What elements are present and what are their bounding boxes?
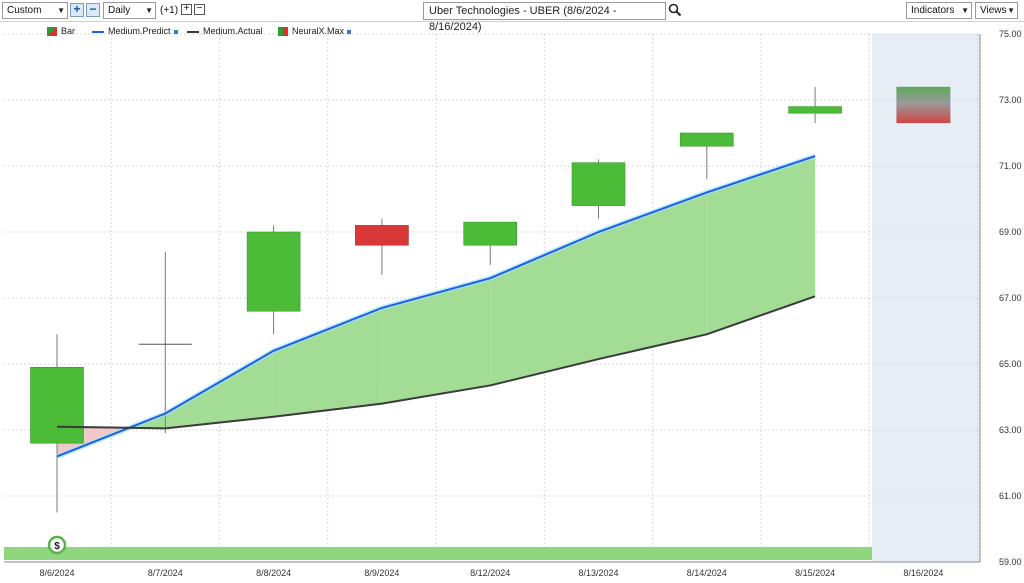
candle-body <box>355 225 409 246</box>
legend-label: Medium.Predict <box>108 26 171 36</box>
legend-item[interactable]: Bar <box>47 26 76 37</box>
fill-segment <box>706 156 816 335</box>
legend-swatch-icon <box>47 27 57 37</box>
y-tick-label: 75.00 <box>999 29 1022 39</box>
x-tick-label: 8/14/2024 <box>687 568 727 578</box>
price-chart[interactable]: 59.00 61.00 63.00 65.00 67.00 69.00 71.00 73.00… <box>0 0 1024 583</box>
y-tick-label: 73.00 <box>999 95 1022 105</box>
candle-body <box>246 231 301 312</box>
dollar-icon: $ <box>54 541 60 552</box>
y-tick-label: 61.00 <box>999 491 1022 501</box>
x-tick-label: 8/7/2024 <box>148 568 183 578</box>
legend-label: Medium.Actual <box>203 26 263 36</box>
x-tick-label: 8/9/2024 <box>364 568 399 578</box>
x-axis: 8/6/2024 8/7/2024 8/8/2024 8/9/2024 8/12/202… <box>39 568 943 578</box>
x-tick-label: 8/6/2024 <box>39 568 74 578</box>
fill-segment <box>273 307 382 417</box>
y-tick-label: 63.00 <box>999 425 1022 435</box>
legend-settings-icon[interactable] <box>347 29 352 34</box>
y-tick-label: 71.00 <box>999 161 1022 171</box>
candle-body <box>30 366 84 444</box>
legend-label: Bar <box>61 26 76 36</box>
legend-settings-icon[interactable] <box>173 29 178 34</box>
candle-body <box>571 162 626 206</box>
legend-swatch-icon <box>187 30 199 33</box>
legend-swatch-icon <box>278 27 288 37</box>
fill-segment <box>381 278 491 404</box>
y-axis: 59.00 61.00 63.00 65.00 67.00 69.00 71.00 73.00… <box>999 29 1022 567</box>
x-tick-label: 8/8/2024 <box>256 568 291 578</box>
legend-item[interactable]: NeuralX.Max <box>278 26 352 37</box>
y-tick-label: 69.00 <box>999 227 1022 237</box>
x-tick-label: 8/15/2024 <box>795 568 835 578</box>
forecast-bar <box>896 86 951 124</box>
x-tick-label: 8/13/2024 <box>578 568 618 578</box>
legend-label: NeuralX.Max <box>292 26 345 36</box>
x-tick-label: 8/16/2024 <box>903 568 943 578</box>
x-tick-label: 8/12/2024 <box>470 568 510 578</box>
fill-segment <box>598 192 707 360</box>
legend-swatch-icon <box>92 30 104 33</box>
legend-item[interactable]: Medium.Actual <box>187 26 263 36</box>
candle-body <box>463 221 518 246</box>
dividend-marker[interactable]: $ <box>47 535 67 555</box>
bottom-band <box>4 547 872 560</box>
y-tick-label: 59.00 <box>999 557 1022 567</box>
forecast-range-bar <box>896 86 951 124</box>
candle-body <box>679 132 734 147</box>
candle-body <box>788 106 842 114</box>
y-tick-label: 67.00 <box>999 293 1022 303</box>
y-tick-label: 65.00 <box>999 359 1022 369</box>
legend-item[interactable]: Medium.Predict <box>92 26 178 36</box>
